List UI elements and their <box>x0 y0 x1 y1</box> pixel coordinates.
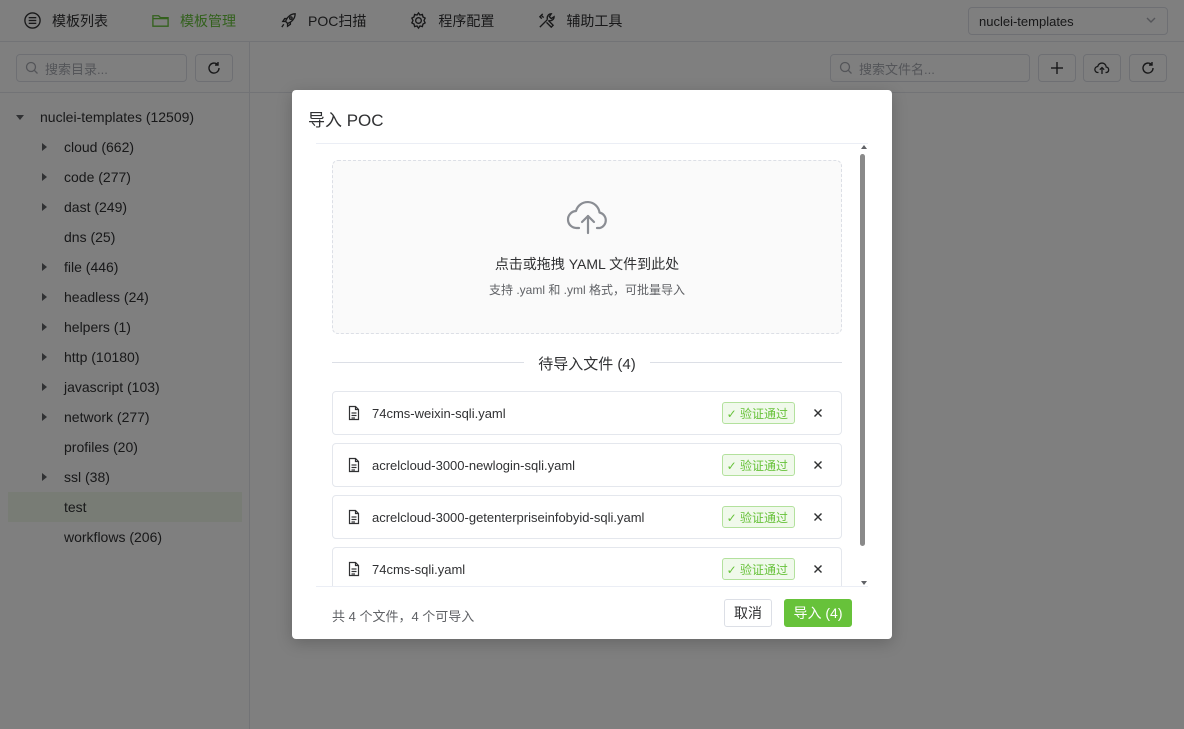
file-name: 74cms-sqli.yaml <box>372 561 466 577</box>
upload-sub-text: 支持 .yaml 和 .yml 格式，可批量导入 <box>488 283 685 297</box>
remove-file-button[interactable] <box>807 402 829 424</box>
document-icon <box>346 509 362 525</box>
import-poc-dialog: 导入 POC 点击或拖拽 YAML 文件到此处 支持 .yaml 和 .yml … <box>292 90 892 639</box>
import-button[interactable]: 导入 (4) <box>784 599 852 627</box>
validation-badge: ✓ 验证通过 <box>721 558 795 580</box>
import-summary: 共 4 个文件，4 个可导入 <box>332 609 475 624</box>
dialog-title: 导入 POC <box>308 111 384 130</box>
scroll-down-arrow-icon[interactable] <box>861 581 867 585</box>
pending-files-divider: 待导入文件 (4) <box>332 352 842 373</box>
close-icon <box>814 409 822 417</box>
close-icon <box>814 461 822 469</box>
document-icon <box>346 405 362 421</box>
upload-dropzone[interactable]: 点击或拖拽 YAML 文件到此处 支持 .yaml 和 .yml 格式，可批量导… <box>332 160 842 334</box>
file-name: acrelcloud-3000-newlogin-sqli.yaml <box>372 457 576 473</box>
file-item: acrelcloud-3000-newlogin-sqli.yaml ✓ 验证通… <box>332 443 842 487</box>
remove-file-button[interactable] <box>807 506 829 528</box>
close-icon <box>814 565 822 573</box>
dialog-body: 点击或拖拽 YAML 文件到此处 支持 .yaml 和 .yml 格式，可批量导… <box>316 144 868 586</box>
file-name: 74cms-weixin-sqli.yaml <box>372 405 506 421</box>
validation-badge: ✓ 验证通过 <box>721 454 795 476</box>
validation-badge: ✓ 验证通过 <box>721 506 795 528</box>
document-icon <box>346 561 362 577</box>
cloud-upload-icon <box>566 200 607 235</box>
file-item: acrelcloud-3000-getenterpriseinfobyid-sq… <box>332 495 842 539</box>
file-item: 74cms-sqli.yaml ✓ 验证通过 <box>332 547 842 586</box>
file-name: acrelcloud-3000-getenterpriseinfobyid-sq… <box>372 509 645 525</box>
remove-file-button[interactable] <box>807 558 829 580</box>
dialog-scrollbar[interactable] <box>860 144 868 586</box>
document-icon <box>346 457 362 473</box>
cancel-button[interactable]: 取消 <box>724 599 772 627</box>
validation-badge: ✓ 验证通过 <box>721 402 795 424</box>
scroll-up-arrow-icon[interactable] <box>861 145 867 149</box>
close-icon <box>814 513 822 521</box>
remove-file-button[interactable] <box>807 454 829 476</box>
upload-main-text: 点击或拖拽 YAML 文件到此处 <box>494 256 680 272</box>
file-item: 74cms-weixin-sqli.yaml ✓ 验证通过 <box>332 391 842 435</box>
pending-files-title: 待导入文件 (4) <box>524 356 650 373</box>
scrollbar-thumb[interactable] <box>860 154 865 546</box>
dialog-footer-divider <box>316 586 868 587</box>
